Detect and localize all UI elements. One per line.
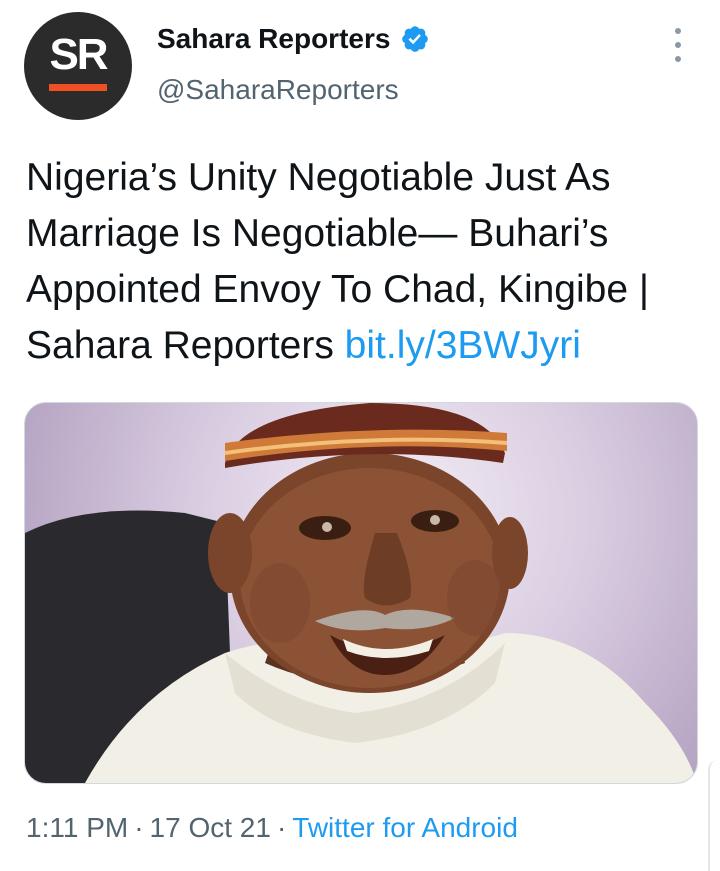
scroll-edge (708, 760, 720, 871)
more-vertical-icon[interactable] (668, 28, 688, 62)
tweet-link[interactable]: bit.ly/3BWJyri (345, 324, 581, 367)
meta-separator: · (276, 812, 287, 843)
tweet-text: Nigeria’s Unity Negotiable Just As Marri… (26, 150, 706, 374)
author-name-row: Sahara Reporters (157, 23, 430, 55)
tweet: SR Sahara Reporters @SaharaReporters Nig… (0, 0, 720, 871)
more-dot-icon (675, 28, 681, 34)
more-dot-icon (675, 42, 681, 48)
avatar-logo-bar (49, 84, 107, 91)
meta-separator: · (134, 812, 144, 843)
more-dot-icon (675, 56, 681, 62)
author-handle[interactable]: @SaharaReporters (157, 74, 399, 106)
tweet-source-link[interactable]: Twitter for Android (292, 812, 518, 844)
avatar-logo-text: SR (49, 30, 108, 79)
tweet-meta: 1:11 PM · 17 Oct 21 · Twitter for Androi… (26, 812, 518, 844)
avatar[interactable]: SR (24, 12, 132, 120)
tweet-photo[interactable] (24, 402, 698, 784)
verified-badge-icon (400, 24, 430, 54)
tweet-time[interactable]: 1:11 PM (26, 812, 128, 844)
tweet-date[interactable]: 17 Oct 21 (150, 812, 271, 844)
portrait-image (25, 403, 697, 783)
author-display-name[interactable]: Sahara Reporters (157, 23, 390, 55)
